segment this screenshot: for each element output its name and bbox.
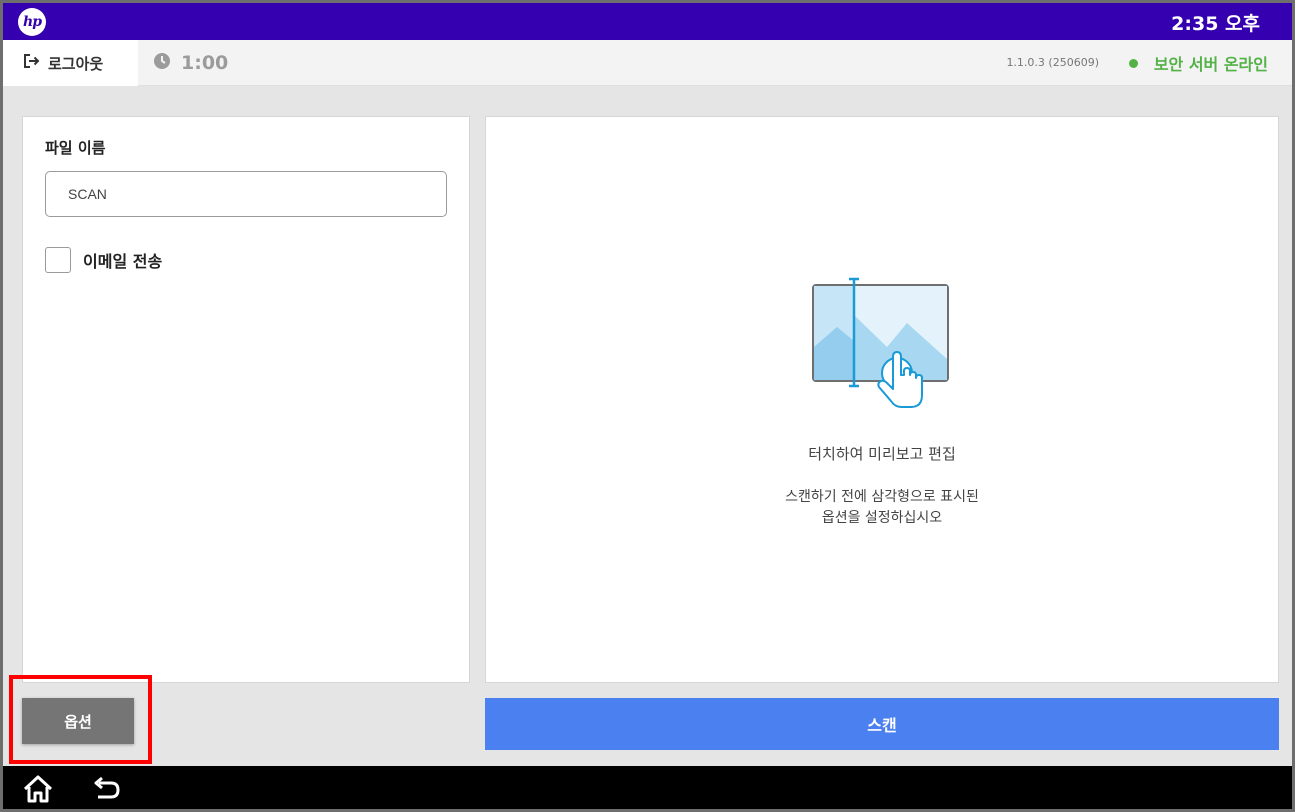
preview-desc-line1: 스캔하기 전에 삼각형으로 표시된 xyxy=(785,489,979,505)
device-screen: hp 2:35 오후 로그아웃 1:00 1.1.0.3 (250609) 보안… xyxy=(0,0,1295,812)
server-status-label: 보안 서버 온라인 xyxy=(1153,55,1268,74)
preview-panel[interactable]: 터치하여 미리보고 편집 스캔하기 전에 삼각형으로 표시된 옵션을 설정하십시… xyxy=(485,116,1279,683)
server-status: 보안 서버 온라인 xyxy=(1128,40,1268,86)
scan-settings-panel: 파일 이름 이메일 전송 xyxy=(22,116,470,683)
logout-icon xyxy=(23,53,41,73)
filename-input[interactable] xyxy=(45,171,447,217)
preview-title: 터치하여 미리보고 편집 xyxy=(808,445,956,463)
status-dot-icon xyxy=(1128,58,1138,68)
preview-desc-line2: 옵션을 설정하십시오 xyxy=(821,510,943,526)
filename-label: 파일 이름 xyxy=(45,139,106,157)
scan-button[interactable]: 스캔 xyxy=(485,698,1279,750)
session-timer: 1:00 xyxy=(153,40,228,86)
back-icon[interactable] xyxy=(89,774,123,804)
email-label: 이메일 전송 xyxy=(83,252,163,271)
logout-button[interactable]: 로그아웃 xyxy=(3,40,138,86)
timer-value: 1:00 xyxy=(181,52,229,74)
session-bar: 로그아웃 1:00 1.1.0.3 (250609) 보안 서버 온라인 xyxy=(3,40,1292,86)
scan-preview-touch-icon xyxy=(812,277,949,408)
options-button[interactable]: 옵션 xyxy=(22,698,134,744)
nav-bar xyxy=(3,766,1292,809)
clock: 2:35 오후 xyxy=(1171,13,1260,35)
preview-description: 스캔하기 전에 삼각형으로 표시된 옵션을 설정하십시오 xyxy=(486,487,1278,529)
email-checkbox[interactable] xyxy=(45,247,71,273)
home-icon[interactable] xyxy=(21,774,55,804)
clock-icon xyxy=(153,52,171,75)
top-bar: hp 2:35 오후 xyxy=(3,3,1292,40)
hp-logo: hp xyxy=(18,8,46,36)
email-option[interactable]: 이메일 전송 xyxy=(45,247,162,273)
version-label: 1.1.0.3 (250609) xyxy=(1006,56,1099,69)
logout-label: 로그아웃 xyxy=(48,54,104,73)
